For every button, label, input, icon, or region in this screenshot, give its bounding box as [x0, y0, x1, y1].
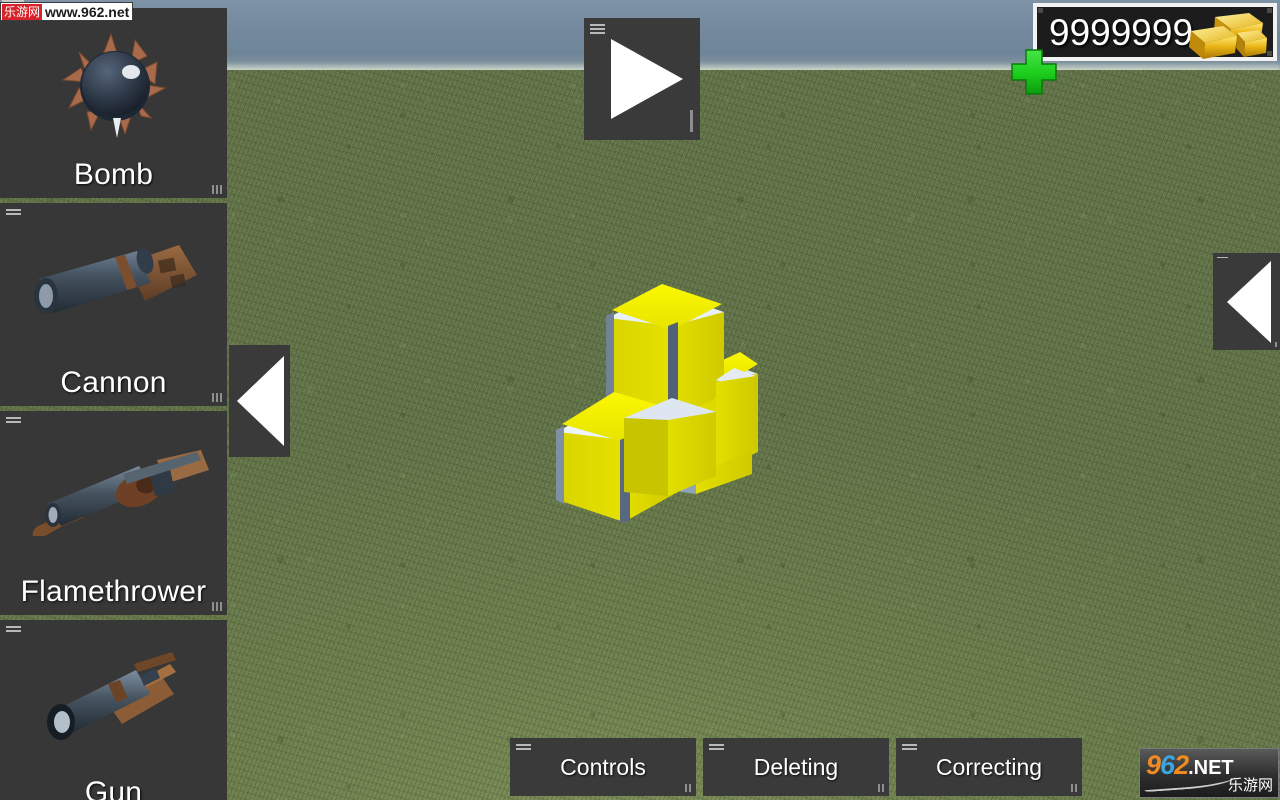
block-cube [624, 398, 716, 496]
sidebar-item-cannon[interactable]: Cannon [0, 203, 227, 406]
button-label: Controls [560, 753, 646, 780]
spiked-bomb-icon [0, 16, 227, 166]
watermark-url-text: www.962.net [45, 3, 130, 20]
sidebar-item-bomb[interactable]: Bomb [0, 8, 227, 198]
watermark-962net-logo: 962.NET 乐游网 [1139, 748, 1279, 798]
drag-handle-icon[interactable] [6, 626, 21, 633]
cannon-icon [0, 217, 227, 367]
play-triangle-icon [611, 39, 683, 119]
sidebar-item-label: Gun [84, 776, 143, 800]
button-label: Correcting [935, 753, 1043, 780]
chevron-left-icon [1227, 261, 1271, 343]
controls-button[interactable]: Controls [510, 738, 696, 796]
counter-corner-marker [1267, 8, 1272, 13]
deleting-button[interactable]: Deleting [703, 738, 889, 796]
resize-grip-icon[interactable] [690, 110, 693, 132]
game-screen: Bomb Cannon Flamethrower Gun 9999999 Con… [0, 0, 1280, 800]
add-gold-button[interactable] [1010, 48, 1058, 96]
drag-handle-icon[interactable] [6, 417, 21, 424]
chevron-left-icon [237, 356, 284, 446]
side-panel-toggle-button[interactable] [1213, 253, 1280, 350]
gold-counter: 9999999 [1033, 3, 1277, 61]
watermark-cn-text: 乐游网 [2, 3, 43, 20]
gold-amount-value: 9999999 [1049, 11, 1194, 53]
resize-grip-icon[interactable] [685, 784, 691, 792]
play-button[interactable] [584, 18, 700, 140]
drag-handle-icon[interactable] [590, 24, 605, 34]
sidebar-item-label: Cannon [60, 366, 167, 399]
resize-grip-icon[interactable] [212, 185, 222, 194]
flamethrower-icon [0, 431, 227, 576]
button-label: Deleting [753, 753, 839, 780]
sidebar-item-flamethrower[interactable]: Flamethrower [0, 411, 227, 615]
resize-grip-icon[interactable] [1071, 784, 1077, 792]
resize-grip-icon[interactable] [212, 602, 222, 611]
correcting-button[interactable]: Correcting [896, 738, 1082, 796]
sidebar-item-label: Bomb [73, 158, 154, 191]
sidebar-item-gun[interactable]: Gun [0, 620, 227, 800]
resize-grip-icon[interactable] [1275, 342, 1277, 347]
gun-icon [0, 642, 227, 772]
counter-corner-marker [1038, 8, 1043, 13]
watermark-top-left: 乐游网 www.962.net [0, 2, 134, 21]
counter-corner-marker [1267, 51, 1272, 56]
drag-handle-icon[interactable] [6, 209, 21, 216]
resize-grip-icon[interactable] [878, 784, 884, 792]
resize-grip-icon[interactable] [212, 393, 222, 402]
gold-bars-icon [1181, 11, 1267, 66]
palette-scroll-left-button[interactable] [229, 345, 290, 457]
logo-cn-text: 乐游网 [1227, 776, 1273, 794]
sidebar-item-label: Flamethrower [20, 575, 207, 608]
